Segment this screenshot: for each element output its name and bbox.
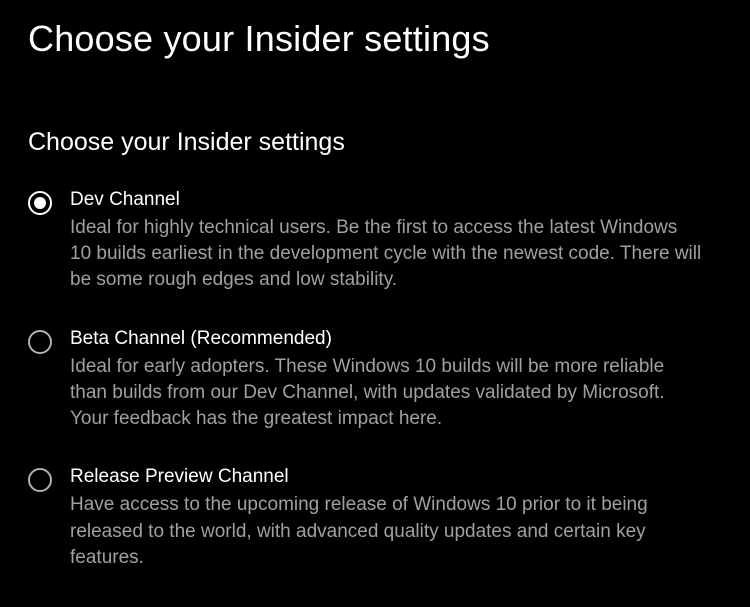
radio-title: Beta Channel (Recommended) xyxy=(70,328,702,350)
radio-content: Beta Channel (Recommended) Ideal for ear… xyxy=(70,328,722,433)
radio-description: Ideal for early adopters. These Windows … xyxy=(70,354,702,433)
radio-button-icon xyxy=(28,191,52,215)
radio-content: Dev Channel Ideal for highly technical u… xyxy=(70,189,722,294)
radio-title: Dev Channel xyxy=(70,189,702,211)
radio-button-icon xyxy=(28,468,52,492)
page-title: Choose your Insider settings xyxy=(28,18,722,60)
radio-button-icon xyxy=(28,330,52,354)
radio-option-beta-channel[interactable]: Beta Channel (Recommended) Ideal for ear… xyxy=(28,328,722,433)
radio-title: Release Preview Channel xyxy=(70,466,702,488)
insider-channel-radio-group: Dev Channel Ideal for highly technical u… xyxy=(28,189,722,571)
radio-option-dev-channel[interactable]: Dev Channel Ideal for highly technical u… xyxy=(28,189,722,294)
radio-description: Ideal for highly technical users. Be the… xyxy=(70,215,702,294)
section-heading: Choose your Insider settings xyxy=(28,128,722,157)
radio-content: Release Preview Channel Have access to t… xyxy=(70,466,722,571)
radio-description: Have access to the upcoming release of W… xyxy=(70,492,702,571)
radio-option-release-preview-channel[interactable]: Release Preview Channel Have access to t… xyxy=(28,466,722,571)
